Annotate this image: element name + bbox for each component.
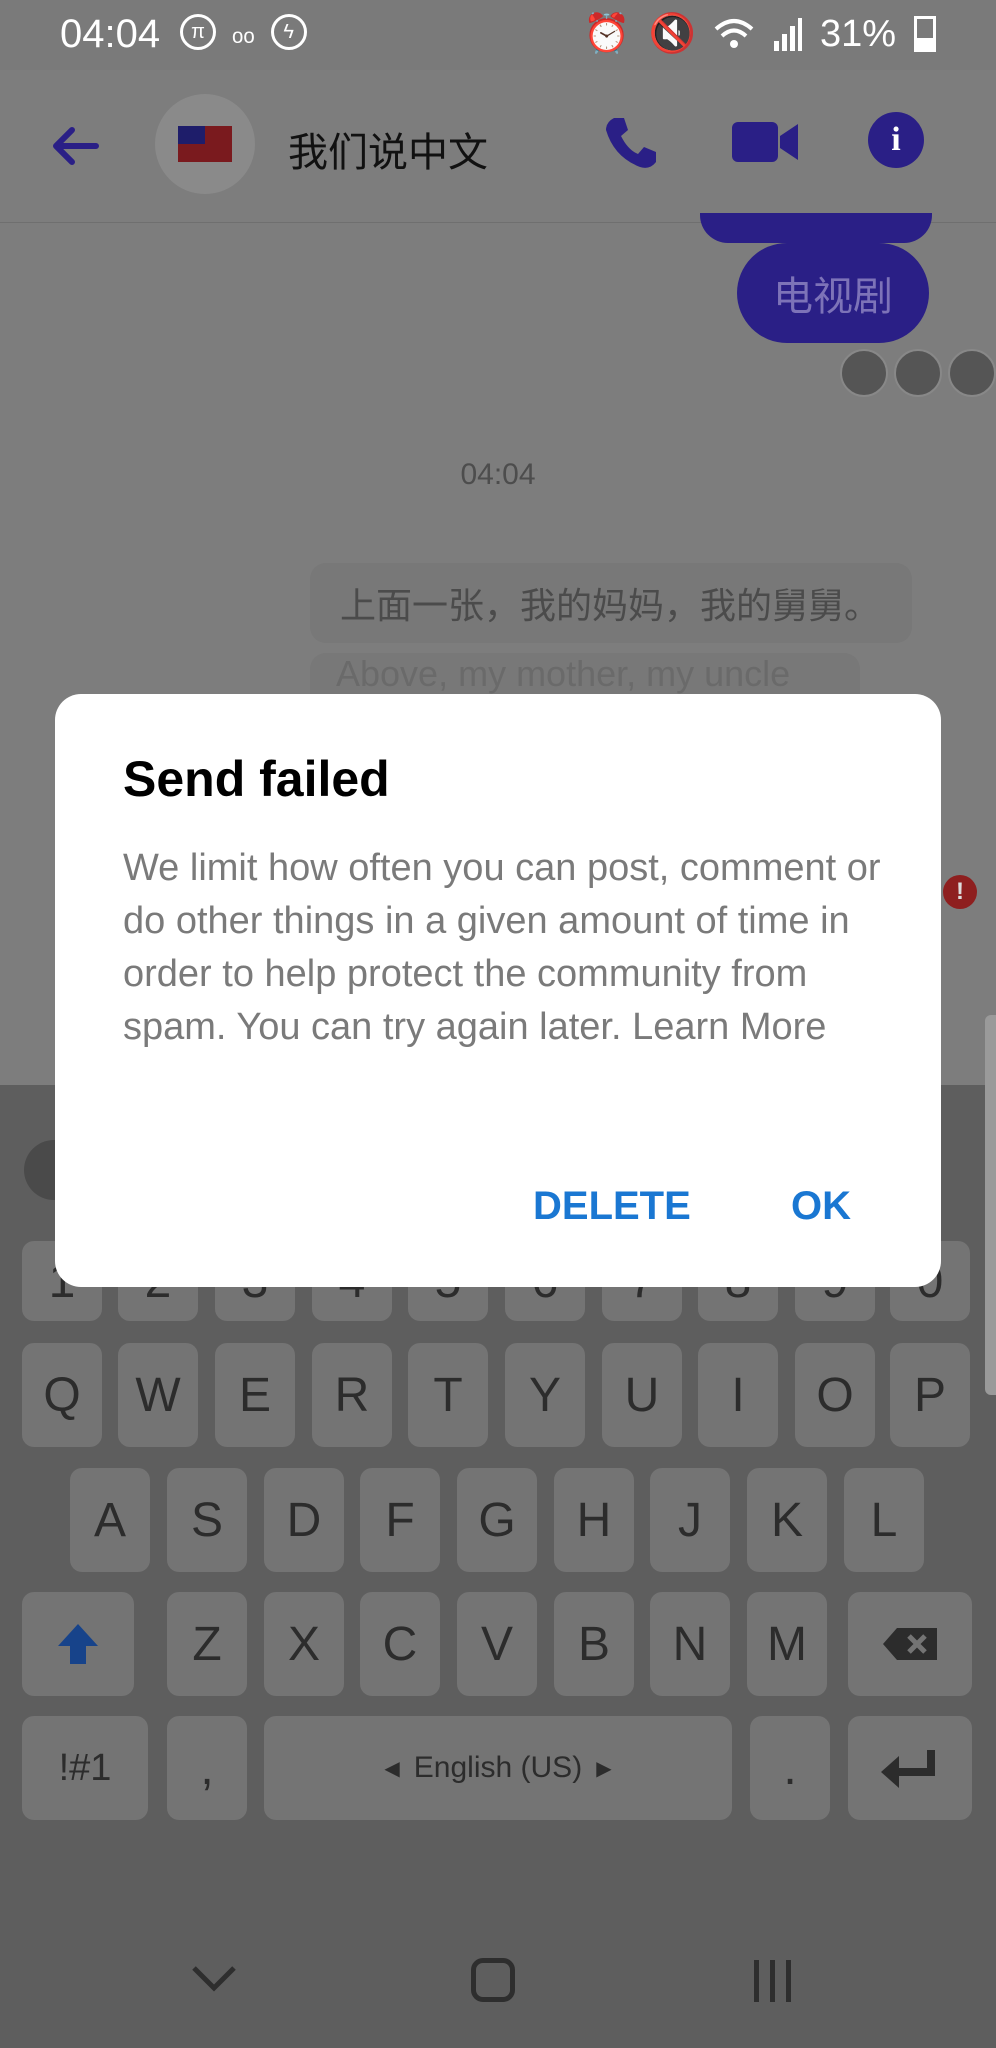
key-c[interactable]: C <box>360 1592 440 1696</box>
video-call-icon[interactable] <box>730 116 800 168</box>
key-u[interactable]: U <box>602 1343 682 1447</box>
key-y[interactable]: Y <box>505 1343 585 1447</box>
key-a[interactable]: A <box>70 1468 150 1572</box>
key-w[interactable]: W <box>118 1343 198 1447</box>
key-v[interactable]: V <box>457 1592 537 1696</box>
key-o[interactable]: O <box>795 1343 875 1447</box>
info-icon[interactable]: i <box>868 112 924 168</box>
sent-message-bubble[interactable]: 电视剧 <box>737 243 929 343</box>
status-time: 04:04 <box>60 12 161 56</box>
nav-home-icon[interactable] <box>471 1958 515 2002</box>
mute-icon: 🔇 <box>648 13 696 55</box>
messenger-icon: ϟ <box>270 14 307 50</box>
key-k[interactable]: K <box>747 1468 827 1572</box>
previous-message-bubble[interactable] <box>700 213 932 243</box>
key-q[interactable]: Q <box>22 1343 102 1447</box>
key-j[interactable]: J <box>650 1468 730 1572</box>
key-x[interactable]: X <box>264 1592 344 1696</box>
key-g[interactable]: G <box>457 1468 537 1572</box>
read-receipts <box>840 349 996 397</box>
key-h[interactable]: H <box>554 1468 634 1572</box>
scroll-handle[interactable] <box>985 1015 996 1395</box>
nav-hide-keyboard-icon[interactable] <box>190 1962 238 1994</box>
system-nav-bar <box>0 1920 996 2048</box>
key-e[interactable]: E <box>215 1343 295 1447</box>
enter-key[interactable] <box>848 1716 972 1820</box>
reader-avatar <box>948 349 996 397</box>
space-bar[interactable]: ◀ English (US) ▶ <box>264 1716 732 1820</box>
key-d[interactable]: D <box>264 1468 344 1572</box>
battery-icon <box>914 16 936 52</box>
back-arrow-icon[interactable] <box>46 116 106 176</box>
dialog-message: We limit how often you can post, comment… <box>123 847 881 1048</box>
comma-key[interactable]: , <box>167 1716 247 1820</box>
send-failed-dialog: Send failed We limit how often you can p… <box>55 694 941 1287</box>
ok-button[interactable]: OK <box>791 1184 851 1229</box>
voicemail-icon: ₒₒ <box>232 15 255 48</box>
conversation-header: 我们说中文 i <box>0 70 996 223</box>
pi-icon: π <box>180 14 216 50</box>
language-right-arrow-icon: ▶ <box>596 1757 612 1780</box>
backspace-icon <box>883 1628 937 1660</box>
taiwan-flag-icon <box>178 126 232 162</box>
wifi-icon <box>714 19 754 48</box>
reader-avatar <box>894 349 942 397</box>
key-n[interactable]: N <box>650 1592 730 1696</box>
group-avatar[interactable] <box>155 94 255 194</box>
battery-level: 31% <box>819 12 896 55</box>
phone-call-icon[interactable] <box>600 112 660 172</box>
reader-avatar <box>840 349 888 397</box>
signal-icon <box>773 18 802 51</box>
key-r[interactable]: R <box>312 1343 392 1447</box>
alarm-icon: ⏰ <box>583 13 631 55</box>
enter-icon <box>881 1750 935 1788</box>
message-timestamp: 04:04 <box>460 458 536 491</box>
period-key[interactable]: . <box>750 1716 830 1820</box>
delete-button[interactable]: DELETE <box>533 1184 691 1229</box>
backspace-key[interactable] <box>848 1592 972 1696</box>
conversation-title[interactable]: 我们说中文 <box>288 120 488 178</box>
key-i[interactable]: I <box>698 1343 778 1447</box>
key-m[interactable]: M <box>747 1592 827 1696</box>
key-s[interactable]: S <box>167 1468 247 1572</box>
symbols-key[interactable]: !#1 <box>22 1716 148 1820</box>
key-l[interactable]: L <box>844 1468 924 1572</box>
key-t[interactable]: T <box>408 1343 488 1447</box>
send-error-icon[interactable]: ! <box>943 875 977 909</box>
space-language-label: English (US) <box>413 1751 583 1784</box>
shift-key[interactable] <box>22 1592 134 1696</box>
dialog-title: Send failed <box>123 751 390 807</box>
received-message-bubble[interactable]: 上面一张，我的妈妈，我的舅舅。 <box>310 563 912 643</box>
key-b[interactable]: B <box>554 1592 634 1696</box>
key-p[interactable]: P <box>890 1343 970 1447</box>
language-left-arrow-icon: ◀ <box>384 1757 400 1780</box>
status-bar: 04:04 π ₒₒ ϟ ⏰ 🔇 31% <box>0 0 996 70</box>
shift-arrow-icon <box>58 1624 98 1664</box>
key-f[interactable]: F <box>360 1468 440 1572</box>
nav-recents-icon[interactable] <box>752 1958 794 2004</box>
key-z[interactable]: Z <box>167 1592 247 1696</box>
